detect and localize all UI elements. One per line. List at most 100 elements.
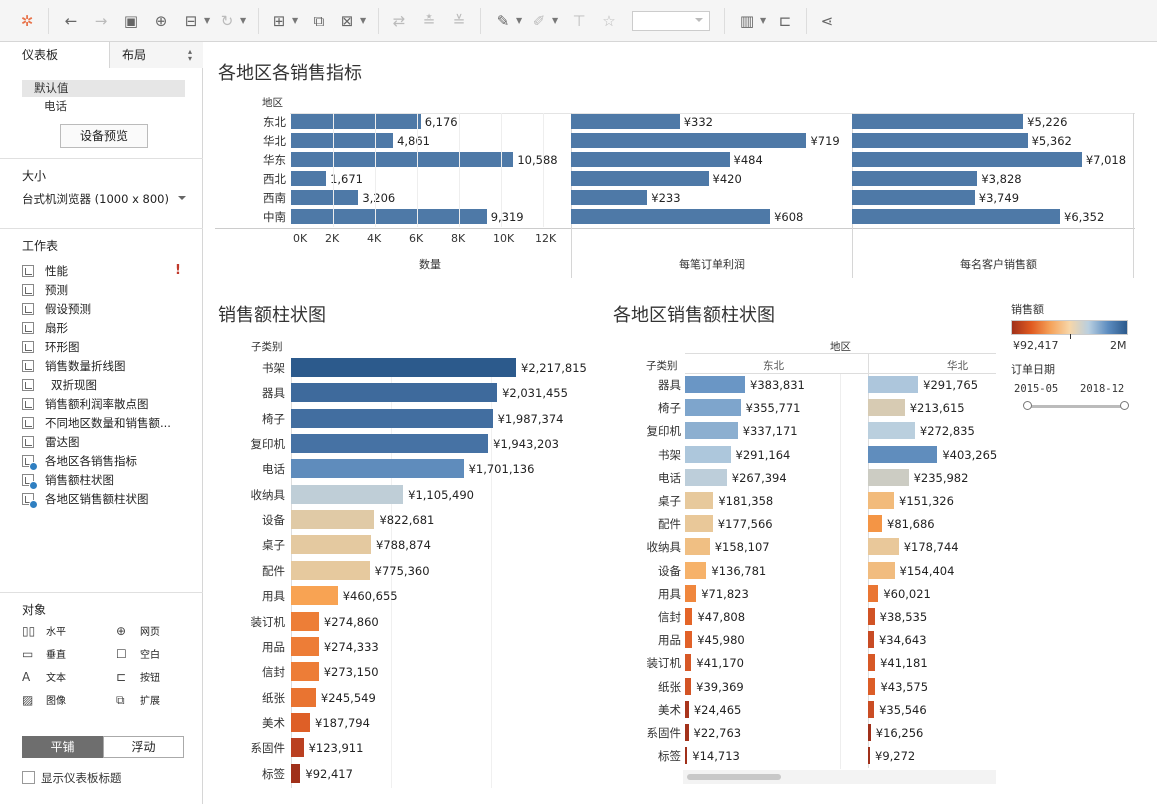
sheet-item[interactable]: 销售数量折线图 [22,358,126,374]
metric-bar[interactable] [571,114,680,129]
sales-bar[interactable] [291,434,489,454]
metric-bar[interactable] [852,133,1028,148]
sales-bar[interactable] [291,611,319,631]
date-slider-start-handle[interactable] [1023,401,1032,410]
object-item[interactable]: ▯▯ 水平 [22,623,66,639]
sheet-item[interactable]: 各地区销售额柱状图 [22,491,149,509]
sales-bar[interactable] [291,687,316,707]
region-sales-bar[interactable] [868,445,938,463]
metric-bar[interactable] [291,152,514,167]
region-sales-bar[interactable] [685,654,692,672]
region-sales-bar[interactable] [685,677,692,695]
region-sales-bar[interactable] [685,399,741,417]
tableau-logo-icon[interactable]: ✲ [18,12,36,30]
duplicate-sheet-icon[interactable]: ⧉ [310,12,328,30]
sheet-item[interactable]: 各地区各销售指标 [22,453,137,471]
tab-spinner-icon[interactable]: ▴ ▾ [188,48,192,63]
pin-icon[interactable]: ☆ [600,12,618,30]
region-sales-bar[interactable] [868,584,879,602]
region-sales-bar[interactable] [685,700,689,718]
metric-bar[interactable] [852,114,1024,129]
device-phone[interactable]: 电话 [44,98,67,114]
sales-bar[interactable] [291,535,372,555]
size-dropdown[interactable]: 台式机浏览器 (1000 x 800) [22,191,169,207]
region-sales-bar[interactable] [685,747,688,765]
sales-bar[interactable] [291,763,301,783]
label-icon[interactable]: ⊤ [570,12,588,30]
show-title-checkbox[interactable] [22,771,35,784]
object-item[interactable]: ▨ 图像 [22,692,66,708]
sales-bar[interactable] [291,358,516,377]
region-sales-bar[interactable] [685,422,738,440]
region-sales-bar[interactable] [685,724,689,741]
metric-bar[interactable] [571,171,709,186]
region-sales-bar[interactable] [868,515,883,533]
region-sales-bar[interactable] [685,561,707,579]
object-item[interactable]: A 文本 [22,669,66,685]
sheet-item[interactable]: 双折现图 [22,377,97,393]
object-item[interactable]: ⧉ 扩展 [116,692,160,708]
region-sales-bar[interactable] [868,747,870,765]
highlight-icon[interactable]: ✎ [494,12,512,30]
region-sales-bar[interactable] [868,608,875,625]
metric-bar[interactable] [571,152,730,167]
region-sales-bar[interactable] [868,631,874,649]
region-sales-bar[interactable] [868,561,895,579]
metric-bar[interactable] [852,209,1061,224]
region-sales-bar[interactable] [868,677,876,695]
region-sales-bar[interactable] [868,654,876,672]
region-sales-bar[interactable] [685,631,693,649]
sales-bar[interactable] [291,510,375,530]
device-preview-button[interactable]: 设备预览 [60,124,148,148]
sheet-item[interactable]: 假设预测 [22,301,91,317]
tab-dashboard[interactable]: 仪表板 [0,42,110,68]
sales-bar[interactable] [291,586,338,606]
sheet-item[interactable]: 雷达图 [22,434,80,450]
tile-toggle[interactable]: 平铺 [22,736,103,758]
region-sales-bar[interactable] [685,376,745,393]
sheet-item[interactable]: 预测 [22,282,68,298]
sort-desc-icon[interactable]: ≚ [450,12,468,30]
region-sales-bar[interactable] [868,376,919,393]
region-sales-bar[interactable] [868,700,875,718]
region-sales-bar[interactable] [868,724,871,741]
date-slider-end-handle[interactable] [1120,401,1129,410]
metric-bar[interactable] [291,114,421,129]
sales-bar[interactable] [291,560,370,580]
size-dropdown-arrow-icon[interactable] [178,196,186,204]
metric-bar[interactable] [852,152,1082,167]
metric-bar[interactable] [291,190,359,205]
float-toggle[interactable]: 浮动 [103,736,184,758]
metric-bar[interactable] [571,209,771,224]
undo-icon[interactable]: ← [62,12,80,30]
pause-datasource-icon[interactable]: ⊟ [182,12,200,30]
date-slider-track[interactable] [1027,405,1127,408]
sheet-item[interactable]: 性能 [22,263,68,279]
scrollbar-thumb[interactable] [687,774,781,780]
save-icon[interactable]: ▣ [122,12,140,30]
sales-bar[interactable] [291,662,319,682]
sheet-item[interactable]: 扇形 [22,320,68,336]
sales-bar[interactable] [291,712,311,732]
metric-bar[interactable] [852,190,975,205]
new-sheet-icon[interactable]: ⊞ [270,12,288,30]
sales-bar[interactable] [291,383,498,403]
region-sales-bar[interactable] [868,422,915,440]
region-sales-bar[interactable] [685,445,731,463]
new-datasource-icon[interactable]: ⊕ [152,12,170,30]
color-legend-bar[interactable] [1011,320,1128,335]
presentation-icon[interactable]: ⊏ [776,12,794,30]
share-icon[interactable]: ⋖ [818,12,836,30]
object-item[interactable]: ⊕ 网页 [116,623,160,639]
clear-sheet-icon[interactable]: ⊠ [338,12,356,30]
device-default[interactable]: 默认值 [22,80,185,97]
refresh-icon[interactable]: ↻ [218,12,236,30]
region-sales-bar[interactable] [685,492,714,509]
region-sales-bar[interactable] [685,538,710,556]
sales-bar[interactable] [291,484,404,504]
region-sales-bar[interactable] [868,492,895,509]
region-sales-bar[interactable] [868,468,909,486]
sheet-item[interactable]: 销售额利润率散点图 [22,396,149,412]
metric-bar[interactable] [291,209,487,224]
fit-combo[interactable] [632,11,710,31]
